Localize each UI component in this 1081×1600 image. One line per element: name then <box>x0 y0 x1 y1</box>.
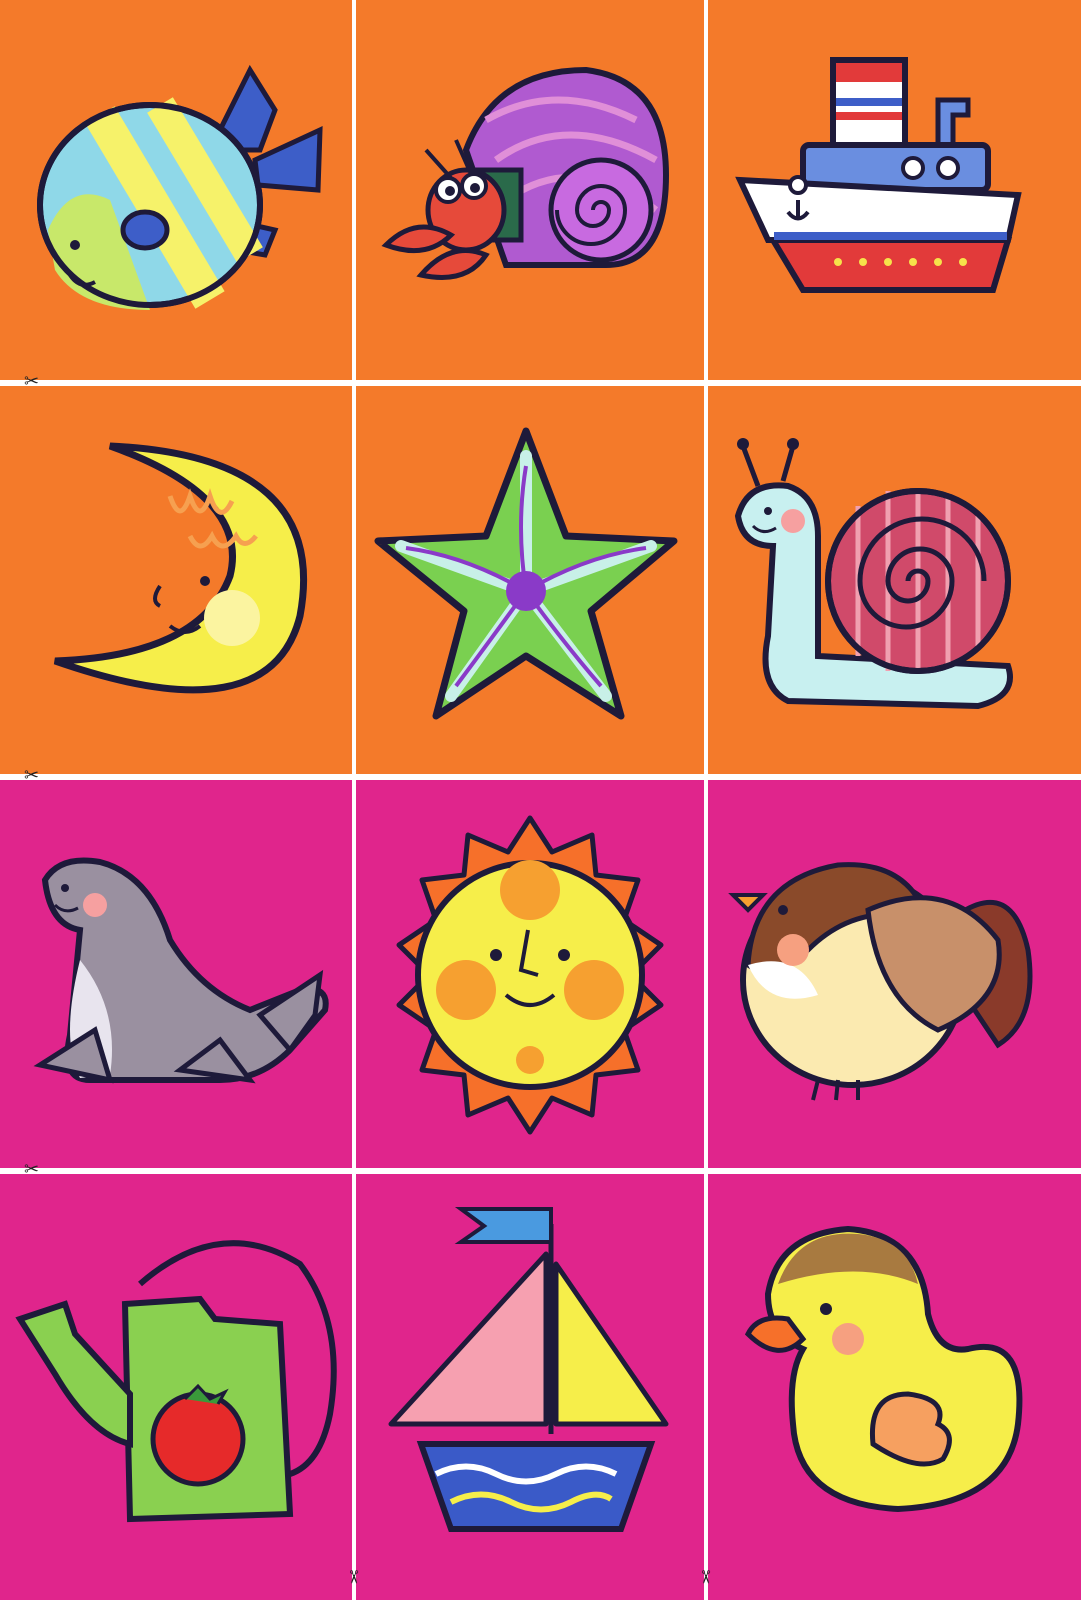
scissors-icon: ✂ <box>24 371 40 391</box>
card-sun[interactable] <box>356 780 704 1168</box>
card-steamship[interactable] <box>708 0 1081 380</box>
card-moon[interactable] <box>0 386 352 774</box>
card-sailboat[interactable] <box>356 1174 704 1600</box>
grid-line-horizontal-2 <box>0 774 1081 778</box>
card-seal[interactable] <box>0 780 352 1168</box>
card-hermit-crab[interactable] <box>356 0 704 380</box>
grid-line-vertical-2 <box>704 0 708 1600</box>
steamship-icon <box>735 57 1022 293</box>
card-fish[interactable] <box>0 0 352 380</box>
seal-icon <box>33 857 329 1084</box>
grid-line-horizontal-1 <box>0 380 1081 384</box>
card-snail[interactable] <box>708 386 1081 774</box>
duckling-icon <box>744 1225 1023 1513</box>
scissors-icon: ✂ <box>24 1159 40 1179</box>
scissors-icon: ✂ <box>24 765 40 785</box>
card-starfish[interactable] <box>356 386 704 774</box>
sparrow-icon <box>728 862 1033 1101</box>
grid-line-vertical-1 <box>352 0 356 1600</box>
scissors-icon: ✂ <box>343 1569 364 1585</box>
sailboat-icon <box>388 1207 669 1532</box>
starfish-icon <box>374 427 678 720</box>
card-duckling[interactable] <box>708 1174 1081 1600</box>
grid-line-horizontal-3 <box>0 1168 1081 1172</box>
watering-can-icon <box>15 1240 337 1523</box>
card-sparrow[interactable] <box>708 780 1081 1168</box>
scissors-icon: ✂ <box>695 1569 716 1585</box>
hermit-crab-icon <box>381 66 670 280</box>
crescent-moon-icon <box>53 442 308 694</box>
fish-icon <box>37 64 323 310</box>
card-watering-can[interactable] <box>0 1174 352 1600</box>
snail-icon <box>734 438 1013 710</box>
sun-icon <box>396 815 664 1135</box>
